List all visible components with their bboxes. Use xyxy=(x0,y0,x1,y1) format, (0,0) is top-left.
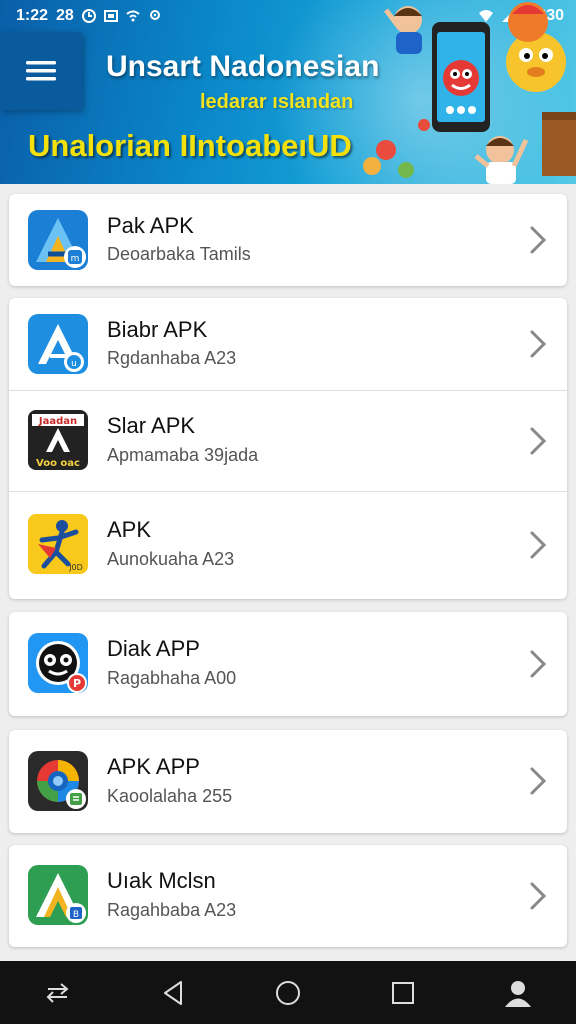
app-subtitle: Rgdanhaba A23 xyxy=(107,348,237,368)
profile-button[interactable] xyxy=(498,973,538,1013)
home-triangle-icon xyxy=(163,980,182,1005)
sync-icon xyxy=(81,9,96,23)
app-name: Pak APK xyxy=(107,213,194,238)
app-subtitle: Aunokuaha A23 xyxy=(107,549,235,569)
icon-text: J0D xyxy=(68,563,83,572)
app-card: m Pak APK Deoarbaka Tamils xyxy=(9,194,567,286)
hamburger-icon xyxy=(26,61,56,81)
svg-text:u: u xyxy=(71,359,77,369)
profile-icon xyxy=(505,980,532,1007)
chevron-right-icon xyxy=(530,882,547,910)
list-item[interactable]: P Diak APP Ragabhaha A00 xyxy=(9,612,567,716)
app-name: APK xyxy=(107,517,152,542)
back-button[interactable] xyxy=(38,973,78,1013)
list-item[interactable]: J0D APK Aunokuaha A23 xyxy=(9,491,567,597)
blue-a-outline-icon: u xyxy=(28,314,88,374)
header-banner: 1:22 28 2:830 Unsart Nadonesian ledarar … xyxy=(0,0,576,184)
app-list: m Pak APK Deoarbaka Tamils u Biabr APK R… xyxy=(0,184,576,961)
chevron-right-icon xyxy=(530,330,547,358)
back-icon xyxy=(46,982,69,1003)
app-name: Uıak Mclsn xyxy=(107,868,216,893)
icon-text-bottom: Voo oac xyxy=(36,458,80,469)
list-item[interactable]: B Uıak Mclsn Ragahbaba A23 xyxy=(9,845,567,947)
banner-title: Unsart Nadonesian xyxy=(106,50,380,83)
location-icon xyxy=(149,10,160,20)
status-time: 1:22 xyxy=(16,7,49,24)
recents-button[interactable] xyxy=(383,973,423,1013)
app-name: Diak APP xyxy=(107,636,200,661)
green-a-icon: B xyxy=(28,865,88,925)
app-subtitle: Ragabhaha A00 xyxy=(107,668,237,688)
list-item[interactable]: APK APP Kaoolalaha 255 xyxy=(9,730,567,833)
chevron-right-icon xyxy=(530,531,547,559)
svg-text:B: B xyxy=(73,910,79,920)
chevron-right-icon xyxy=(530,226,547,254)
app-subtitle: Apmamaba 39jada xyxy=(107,445,259,465)
home-circle-icon xyxy=(275,980,300,1005)
storage-icon xyxy=(103,10,118,22)
menu-button[interactable] xyxy=(0,32,82,110)
icon-text-top: Jaadan xyxy=(38,416,77,427)
app-name: Slar APK xyxy=(107,413,196,438)
list-item[interactable]: Jaadan Voo oac Slar APK Apmamaba 39jada xyxy=(9,390,567,491)
svg-text:m: m xyxy=(71,254,80,264)
app-subtitle: Kaoolalaha 255 xyxy=(107,786,233,806)
dark-a-icon: Jaadan Voo oac xyxy=(28,410,88,470)
color-ring-icon xyxy=(28,751,88,811)
app-name: Biabr APK xyxy=(107,317,208,342)
app-card: APK APP Kaoolalaha 255 xyxy=(9,730,567,833)
yellow-figure-icon: J0D xyxy=(28,514,88,574)
navigation-bar xyxy=(0,961,576,1024)
banner-illustration xyxy=(363,2,576,184)
list-item[interactable]: m Pak APK Deoarbaka Tamils xyxy=(9,194,567,286)
status-indicators: 28 xyxy=(56,7,74,24)
app-subtitle: Ragahbaba A23 xyxy=(107,900,237,920)
app-subtitle: Deoarbaka Tamils xyxy=(107,244,251,264)
blue-a-icon: m xyxy=(28,210,88,270)
chevron-right-icon xyxy=(530,767,547,795)
svg-text:P: P xyxy=(73,677,81,690)
list-item[interactable]: u Biabr APK Rgdanhaba A23 xyxy=(9,298,567,390)
wifi-small-icon xyxy=(126,10,140,22)
banner-tagline: Unalorian IIntoabeıUD xyxy=(28,128,352,163)
nav-back-triangle-button[interactable] xyxy=(153,973,193,1013)
chevron-right-icon xyxy=(530,650,547,678)
chevron-right-icon xyxy=(530,427,547,455)
recents-square-icon xyxy=(392,981,415,1004)
app-card: P Diak APP Ragabhaha A00 xyxy=(9,612,567,716)
face-p-icon: P xyxy=(28,633,88,693)
app-card: u Biabr APK Rgdanhaba A23 Jaadan Voo oac… xyxy=(9,298,567,599)
app-card: B Uıak Mclsn Ragahbaba A23 xyxy=(9,845,567,947)
app-name: APK APP xyxy=(107,754,200,779)
banner-subtitle: ledarar ıslandan xyxy=(200,91,354,113)
home-button[interactable] xyxy=(268,973,308,1013)
